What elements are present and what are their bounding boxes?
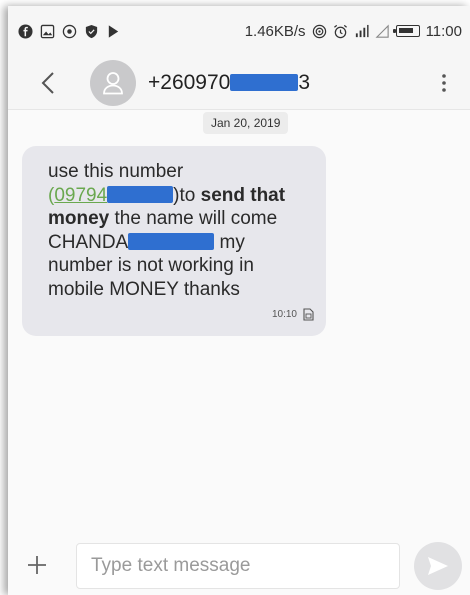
facebook-icon xyxy=(18,23,33,39)
back-icon xyxy=(41,71,54,94)
message-text-my: my xyxy=(214,231,245,253)
composer-bar xyxy=(8,536,470,595)
back-button[interactable] xyxy=(26,61,70,105)
add-attachment-button[interactable] xyxy=(22,550,52,580)
messaging-app: 1.46KB/s 11:00 +260970 3 Jan 20, 2019 us… xyxy=(8,6,470,595)
message-bold-money: money xyxy=(48,208,110,229)
contact-number-prefix: +260970 xyxy=(148,70,231,94)
clock: 11:00 xyxy=(425,22,462,40)
sim-icon xyxy=(303,308,314,321)
message-line-5: number is not working in xyxy=(48,255,254,276)
contact-number-suffix: 3 xyxy=(298,70,311,94)
message-bold-send: send that xyxy=(200,184,286,206)
battery-fill xyxy=(398,28,413,33)
status-bar: 1.46KB/s 11:00 xyxy=(8,6,470,56)
redaction-bar xyxy=(107,185,174,203)
send-button[interactable] xyxy=(414,542,462,590)
avatar[interactable] xyxy=(90,59,136,106)
message-input[interactable] xyxy=(76,543,400,589)
message-bubble[interactable]: use this number (09794)to send that mone… xyxy=(22,146,326,336)
no-signal-icon xyxy=(375,24,390,39)
plus-icon xyxy=(28,556,46,574)
send-icon xyxy=(428,557,448,575)
phone-number-link[interactable]: 09794 xyxy=(54,185,107,206)
message-line-2: (09794)to send that xyxy=(48,184,312,208)
gallery-icon xyxy=(40,24,55,39)
redaction-bar xyxy=(230,74,299,91)
message-line-6: mobile MONEY thanks xyxy=(48,278,240,300)
more-vert-icon xyxy=(442,73,446,92)
alarm-icon xyxy=(333,24,348,39)
contact-number: +260970 3 xyxy=(148,71,310,95)
message-meta: 10:10 xyxy=(272,303,314,327)
signal-icon xyxy=(354,24,369,39)
battery-icon xyxy=(392,25,420,37)
redaction-bar xyxy=(128,232,215,250)
network-speed: 1.46KB/s xyxy=(244,22,306,40)
shield-icon xyxy=(84,24,99,39)
date-separator: Jan 20, 2019 xyxy=(203,112,289,134)
hotspot-icon xyxy=(312,24,327,39)
system-status: 1.46KB/s 11:00 xyxy=(245,23,462,40)
message-text-name: the name will come xyxy=(109,208,278,229)
message-time: 10:10 xyxy=(271,308,297,320)
more-options-button[interactable] xyxy=(434,63,454,103)
message-line-1: use this number xyxy=(48,161,184,182)
message-line-3: money the name will come xyxy=(48,207,312,231)
play-store-icon xyxy=(106,24,121,39)
notification-icons xyxy=(18,23,121,39)
message-text-to: )to xyxy=(173,184,201,206)
message-name-prefix: CHANDA xyxy=(48,231,129,253)
circle-dot-icon xyxy=(62,24,77,39)
person-icon xyxy=(103,71,123,94)
conversation-header: +260970 3 xyxy=(8,56,470,110)
message-line-4: CHANDA my xyxy=(48,231,312,255)
